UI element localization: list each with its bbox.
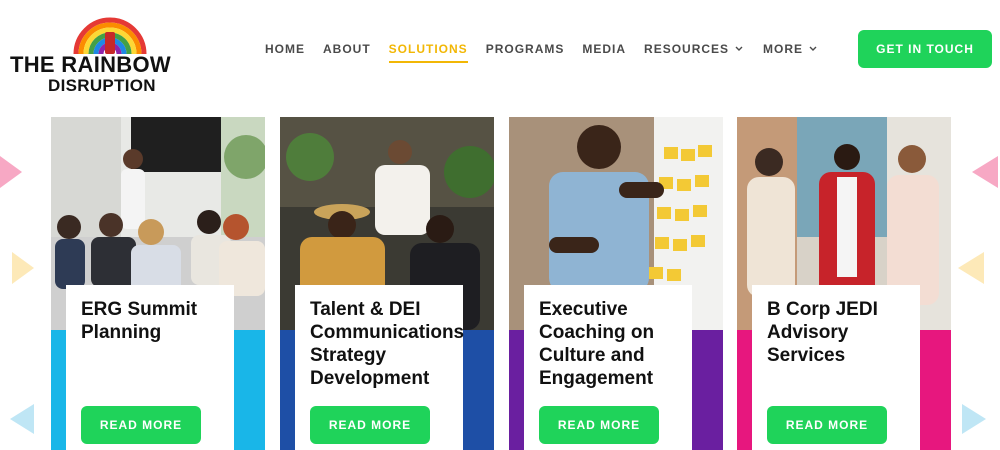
solution-card: B Corp JEDI Advisory Services READ MORE	[737, 117, 951, 450]
read-more-button[interactable]: READ MORE	[81, 406, 201, 444]
nav-item-programs[interactable]: PROGRAMS	[486, 40, 565, 60]
solution-card: Executive Coaching on Culture and Engage…	[509, 117, 723, 450]
logo-text-line1: THE RAINBOW	[10, 52, 171, 77]
decor-triangle-pink-right	[972, 156, 998, 188]
read-more-button[interactable]: READ MORE	[767, 406, 887, 444]
nav-label: PROGRAMS	[485, 42, 565, 56]
logo-text-line2: DISRUPTION	[48, 76, 156, 95]
site-logo[interactable]: THE RAINBOW DISRUPTION	[8, 6, 198, 95]
nav-label: ABOUT	[323, 42, 371, 56]
solution-card: Talent & DEI Communications Strategy Dev…	[280, 117, 494, 450]
nav-item-resources[interactable]: RESOURCES	[644, 40, 745, 60]
read-more-button[interactable]: READ MORE	[310, 406, 430, 444]
chevron-down-icon	[735, 46, 743, 51]
nav-label: MORE	[763, 42, 804, 56]
decor-triangle-blue-left	[10, 404, 34, 434]
nav-label: RESOURCES	[644, 42, 730, 56]
nav-label: HOME	[265, 42, 305, 56]
get-in-touch-button[interactable]: GET IN TOUCH	[858, 30, 992, 68]
main-nav: HOME ABOUT SOLUTIONS PROGRAMS MEDIA RESO…	[265, 40, 837, 63]
card-title: Talent & DEI Communications Strategy Dev…	[310, 299, 465, 389]
read-more-button[interactable]: READ MORE	[539, 406, 659, 444]
rainbow-logo-icon	[73, 17, 147, 55]
nav-item-more[interactable]: MORE	[763, 40, 819, 60]
card-title: B Corp JEDI Advisory Services	[767, 299, 878, 366]
nav-label: SOLUTIONS	[388, 42, 468, 56]
nav-item-home[interactable]: HOME	[265, 40, 305, 60]
decor-triangle-blue-right	[962, 404, 986, 434]
decor-triangle-yellow-left	[12, 252, 34, 284]
decor-triangle-yellow-right	[958, 252, 984, 284]
nav-item-media[interactable]: MEDIA	[582, 40, 626, 60]
card-title: Executive Coaching on Culture and Engage…	[539, 299, 655, 389]
nav-label: MEDIA	[582, 42, 627, 56]
card-title: ERG Summit Planning	[81, 299, 198, 343]
nav-item-about[interactable]: ABOUT	[323, 40, 371, 60]
chevron-down-icon	[809, 46, 817, 51]
solution-card: ERG Summit Planning READ MORE	[51, 117, 265, 450]
nav-item-solutions[interactable]: SOLUTIONS	[388, 40, 468, 63]
decor-triangle-pink-left	[0, 156, 22, 188]
site-header: THE RAINBOW DISRUPTION HOME ABOUT SOLUTI…	[0, 0, 1000, 100]
